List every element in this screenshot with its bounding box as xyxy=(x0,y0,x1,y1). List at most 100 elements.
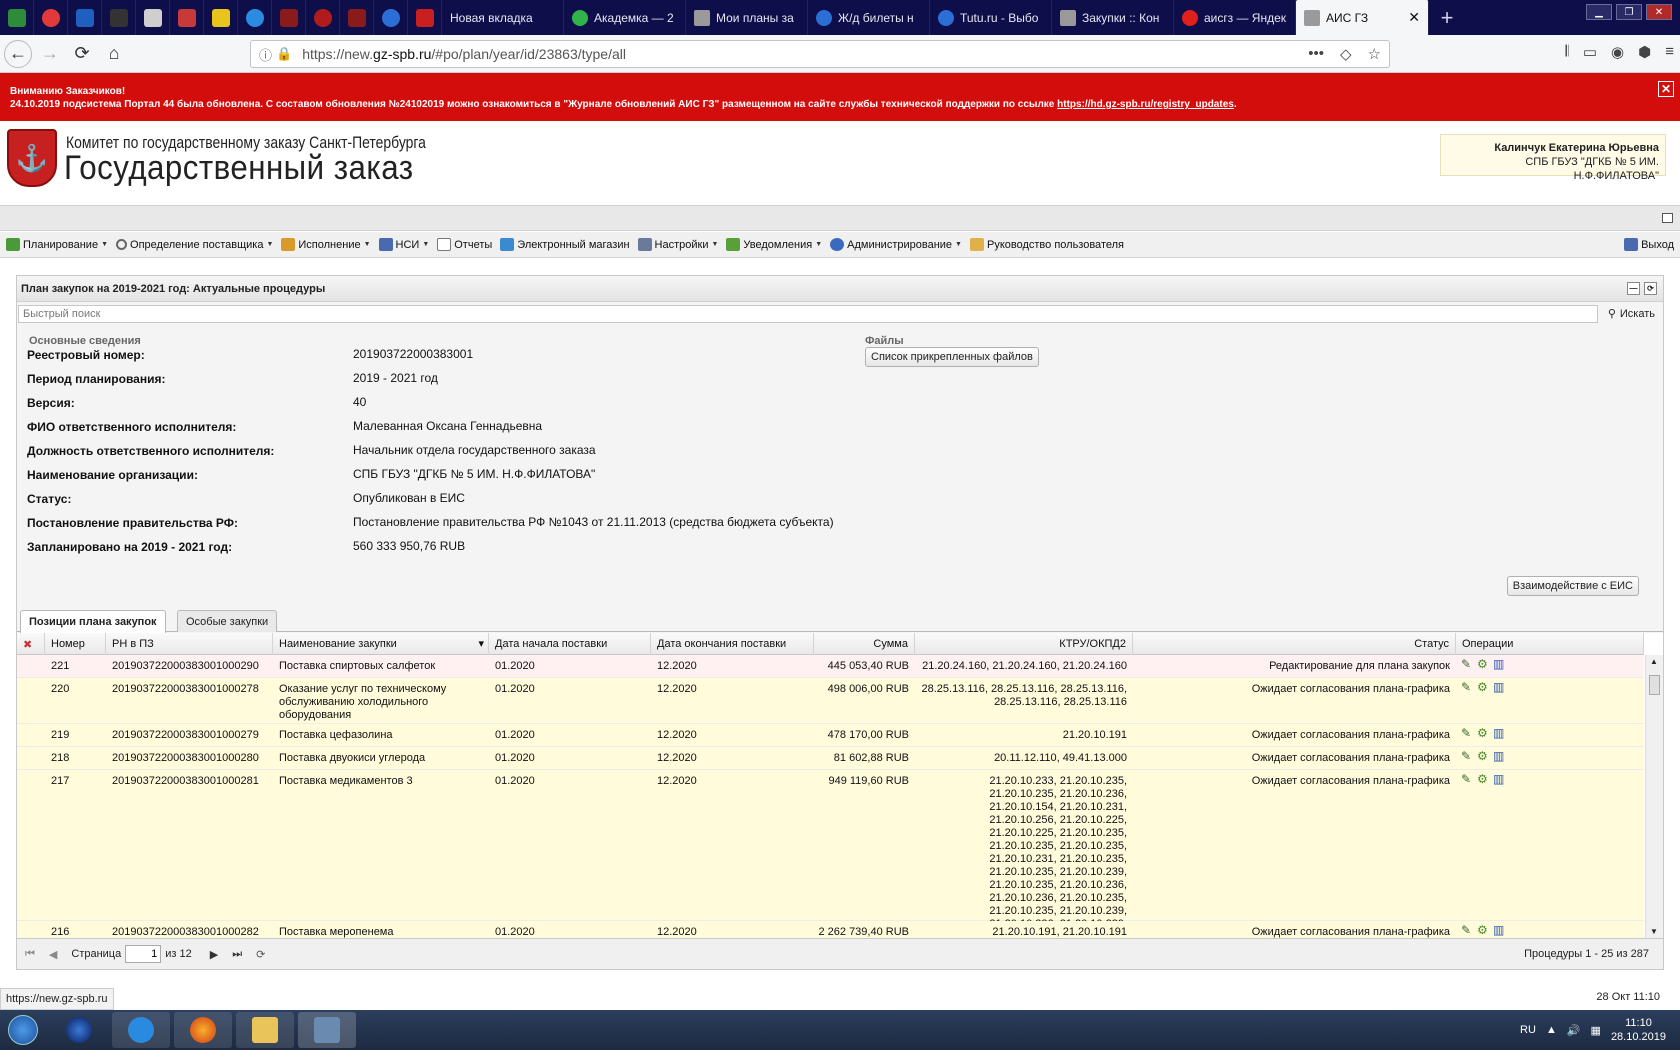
menu-eshop[interactable]: Электронный магазин xyxy=(500,238,630,251)
settings-gear-icon[interactable]: ⚙ xyxy=(1477,681,1490,694)
eis-interaction-button[interactable]: Взаимодействие с ЕИС xyxy=(1506,576,1639,596)
account-icon[interactable]: ◉ xyxy=(1611,43,1624,61)
table-row[interactable]: 216 201903722000383001000282 Поставка ме… xyxy=(17,921,1644,938)
prev-page-icon[interactable]: ◀ xyxy=(49,948,57,961)
tab-plan-positions[interactable]: Позиции плана закупок xyxy=(20,610,166,633)
url-bar[interactable]: ⓘ 🔒 https://new.gz-spb.ru/#po/plan/year/… xyxy=(250,40,1390,68)
settings-gear-icon[interactable]: ⚙ xyxy=(1477,773,1490,786)
taskbar-ie[interactable] xyxy=(112,1012,170,1048)
sidebar-icon[interactable]: ▭ xyxy=(1583,43,1597,61)
table-row[interactable]: 218 201903722000383001000280 Поставка дв… xyxy=(17,747,1644,770)
pinned-tab-13[interactable] xyxy=(408,0,442,35)
col-rn[interactable]: РН в ПЗ xyxy=(106,633,273,655)
quick-search-input[interactable]: Быстрый поиск xyxy=(18,305,1598,323)
pinned-tab-1[interactable] xyxy=(0,0,34,35)
chart-icon[interactable]: ▥ xyxy=(1493,727,1506,740)
logout-button[interactable]: Выход xyxy=(1624,238,1674,251)
panel-minimize-icon[interactable]: — xyxy=(1627,282,1640,295)
tab-special-purchases[interactable]: Особые закупки xyxy=(177,610,278,632)
edit-icon[interactable]: ✎ xyxy=(1461,750,1474,763)
taskbar-explorer[interactable] xyxy=(236,1012,294,1048)
settings-gear-icon[interactable]: ⚙ xyxy=(1477,727,1490,740)
tab-yandex[interactable]: аисгз — Яндек xyxy=(1174,0,1296,35)
minimize-button[interactable]: ▁ xyxy=(1586,4,1612,20)
col-ktru[interactable]: КТРУ/ОКПД2 xyxy=(915,633,1133,655)
table-row[interactable]: 221 201903722000383001000290 Поставка сп… xyxy=(17,655,1644,678)
close-window-button[interactable]: ✕ xyxy=(1646,4,1672,20)
attached-files-button[interactable]: Список прикрепленных файлов xyxy=(865,347,1039,367)
menu-supplier[interactable]: Определение поставщика ▼ xyxy=(116,239,273,251)
settings-gear-icon[interactable]: ⚙ xyxy=(1477,750,1490,763)
info-icon[interactable]: ⓘ xyxy=(259,45,272,64)
menu-reports[interactable]: Отчеты xyxy=(437,238,492,251)
col-status[interactable]: Статус xyxy=(1133,633,1456,655)
panel-refresh-icon[interactable]: ⟳ xyxy=(1644,282,1657,295)
table-row[interactable]: 219 201903722000383001000279 Поставка це… xyxy=(17,724,1644,747)
library-icon[interactable]: 𝄃 xyxy=(1565,43,1568,61)
col-number[interactable]: Номер xyxy=(45,633,106,655)
grid-scrollbar[interactable]: ▲ ▼ xyxy=(1645,655,1663,938)
more-actions-icon[interactable]: ••• xyxy=(1308,45,1324,63)
settings-gear-icon[interactable]: ⚙ xyxy=(1477,658,1490,671)
network-icon[interactable]: ▦ xyxy=(1591,1024,1601,1037)
col-name[interactable]: Наименование закупки ▾ xyxy=(273,633,489,655)
taskbar-control-panel[interactable] xyxy=(298,1012,356,1048)
last-page-icon[interactable]: ⏭ xyxy=(232,948,242,961)
scroll-thumb[interactable] xyxy=(1649,675,1660,695)
pinned-tab-11[interactable] xyxy=(340,0,374,35)
chart-icon[interactable]: ▥ xyxy=(1493,773,1506,786)
search-button[interactable]: ⚲ Искать xyxy=(1608,307,1655,321)
edit-icon[interactable]: ✎ xyxy=(1461,727,1474,740)
pinned-tab-8[interactable] xyxy=(238,0,272,35)
next-page-icon[interactable]: ▶ xyxy=(210,948,218,961)
close-tab-icon[interactable]: ✕ xyxy=(1408,9,1420,26)
tab-tutu[interactable]: Tutu.ru - Выбо xyxy=(930,0,1052,35)
scroll-down-icon[interactable]: ▼ xyxy=(1650,927,1658,936)
volume-icon[interactable]: 🔊 xyxy=(1567,1024,1581,1037)
clear-filter-icon[interactable]: ✖ xyxy=(17,633,45,655)
edit-icon[interactable]: ✎ xyxy=(1461,658,1474,671)
col-end-date[interactable]: Дата окончания поставки xyxy=(651,633,814,655)
pinned-tab-4[interactable] xyxy=(102,0,136,35)
pinned-tab-7[interactable] xyxy=(204,0,238,35)
menu-manual[interactable]: Руководство пользователя xyxy=(969,238,1124,251)
pinned-tab-5[interactable] xyxy=(136,0,170,35)
tab-new-tab[interactable]: Новая вкладка xyxy=(442,0,564,35)
menu-icon[interactable]: ≡ xyxy=(1665,43,1674,61)
menu-planning[interactable]: Планирование ▼ xyxy=(6,238,108,251)
alert-close-icon[interactable]: ✕ xyxy=(1658,81,1674,97)
lock-icon[interactable]: 🔒 xyxy=(276,46,292,62)
pinned-tab-2[interactable] xyxy=(34,0,68,35)
tab-zakupki[interactable]: Закупки :: Кон xyxy=(1052,0,1174,35)
col-start-date[interactable]: Дата начала поставки xyxy=(489,633,651,655)
forward-button[interactable]: → xyxy=(36,40,64,68)
tray-arrow-icon[interactable]: ▲ xyxy=(1546,1024,1557,1036)
pinned-tab-3[interactable] xyxy=(68,0,102,35)
chart-icon[interactable]: ▥ xyxy=(1493,750,1506,763)
pinned-tab-6[interactable] xyxy=(170,0,204,35)
pinned-tab-10[interactable] xyxy=(306,0,340,35)
chart-icon[interactable]: ▥ xyxy=(1493,924,1506,937)
new-tab-button[interactable]: + xyxy=(1429,0,1465,35)
page-input[interactable] xyxy=(125,945,162,963)
clock[interactable]: 11:10 28.10.2019 xyxy=(1611,1016,1666,1044)
settings-gear-icon[interactable]: ⚙ xyxy=(1477,924,1490,937)
maximize-button[interactable]: ❐ xyxy=(1616,4,1642,20)
edit-icon[interactable]: ✎ xyxy=(1461,924,1474,937)
taskbar-firefox[interactable] xyxy=(174,1012,232,1048)
tab-train-tickets[interactable]: Ж/д билеты н xyxy=(808,0,930,35)
menu-admin[interactable]: Администрирование ▼ xyxy=(830,238,962,251)
tab-akademka[interactable]: Академка — 2 xyxy=(564,0,686,35)
filter-icon[interactable]: ▾ xyxy=(478,637,484,650)
taskbar-app-1[interactable] xyxy=(50,1012,108,1048)
start-button[interactable] xyxy=(0,1010,46,1050)
pocket-icon[interactable]: ◇ xyxy=(1340,45,1352,63)
chart-icon[interactable]: ▥ xyxy=(1493,681,1506,694)
table-row[interactable]: 217 201903722000383001000281 Поставка ме… xyxy=(17,770,1644,938)
extensions-icon[interactable]: ⬢ xyxy=(1638,43,1651,61)
col-sum[interactable]: Сумма xyxy=(814,633,915,655)
tab-ais-gz[interactable]: АИС ГЗ ✕ xyxy=(1296,0,1429,35)
alert-link[interactable]: https://hd.gz-spb.ru/registry_updates xyxy=(1057,99,1234,110)
edit-icon[interactable]: ✎ xyxy=(1461,681,1474,694)
chart-icon[interactable]: ▥ xyxy=(1493,658,1506,671)
